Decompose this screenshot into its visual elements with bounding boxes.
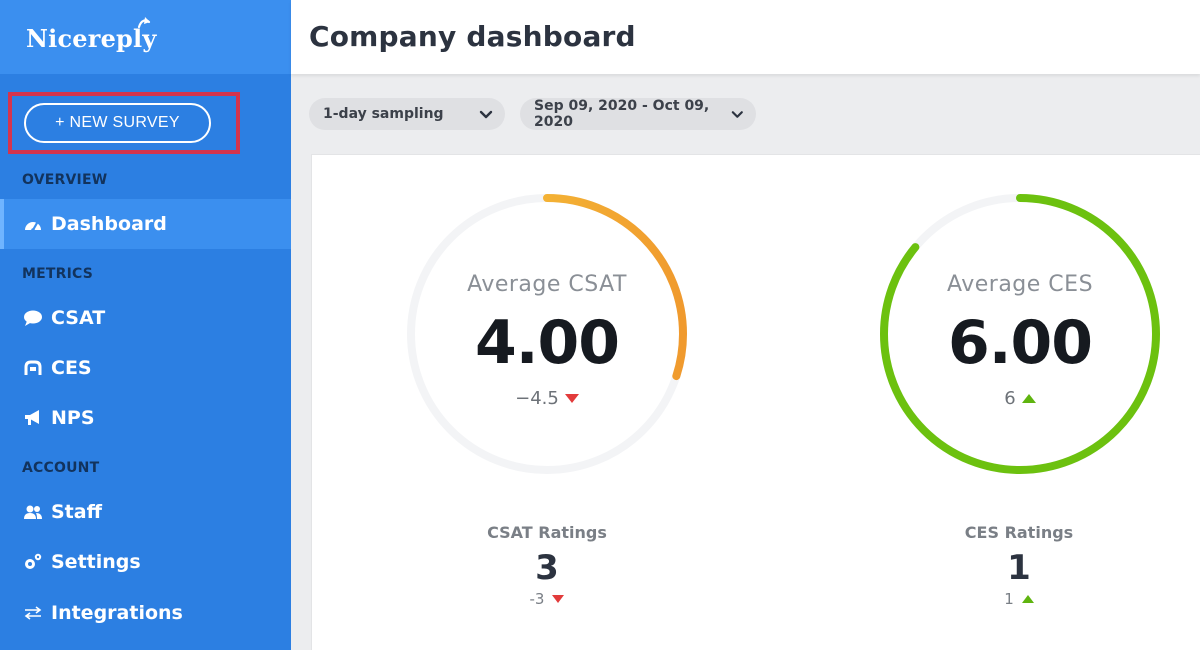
ces-ratings-count: 1	[1007, 548, 1031, 588]
ces-gauge-value: 6.00	[947, 308, 1093, 378]
trend-down-icon	[552, 595, 565, 603]
chevron-down-icon	[732, 110, 744, 118]
logo-bar: Nicereply	[0, 0, 291, 74]
sidebar-item-label: Staff	[51, 501, 102, 523]
section-label-account: ACCOUNT	[22, 460, 100, 476]
trend-up-icon	[1021, 595, 1034, 603]
dashboard-gauge-icon	[22, 214, 44, 234]
date-range-dropdown[interactable]: Sep 09, 2020 - Oct 09, 2020	[520, 98, 756, 130]
sidebar-item-settings[interactable]: Settings	[0, 537, 291, 587]
logo-arrow-icon	[137, 17, 151, 29]
date-range-value: Sep 09, 2020 - Oct 09, 2020	[534, 98, 710, 130]
sidebar-item-label: Settings	[51, 551, 141, 573]
ces-ratings-label: CES Ratings	[964, 523, 1074, 542]
page-title: Company dashboard	[309, 20, 636, 53]
ces-ratings-delta-value: 1	[1004, 590, 1014, 608]
csat-gauge-delta: −4.5	[405, 388, 689, 409]
sidebar-item-label: Dashboard	[51, 213, 167, 235]
sidebar-item-label: Integrations	[51, 602, 183, 624]
top-header: Company dashboard	[291, 0, 1200, 74]
ces-delta-value: 6	[1004, 388, 1016, 409]
users-icon	[22, 502, 44, 522]
megaphone-icon	[22, 408, 44, 428]
sidebar-item-staff[interactable]: Staff	[0, 487, 291, 537]
gears-icon	[22, 552, 44, 572]
csat-ratings-count: 3	[535, 548, 559, 588]
trend-up-icon	[1021, 394, 1036, 403]
section-label-metrics: METRICS	[22, 266, 94, 282]
metrics-card: Average CSAT 4.00 −4.5 Average CES 6.00 …	[311, 154, 1200, 650]
sidebar-item-nps[interactable]: NPS	[0, 393, 291, 443]
section-label-overview: OVERVIEW	[22, 172, 108, 188]
csat-ratings-delta: -3	[417, 590, 677, 608]
csat-ratings-label: CSAT Ratings	[487, 523, 607, 542]
sidebar: Nicereply + NEW SURVEY OVERVIEW Dashboar…	[0, 0, 291, 650]
ces-gauge: Average CES 6.00 6	[878, 192, 1162, 476]
csat-gauge-value: 4.00	[474, 308, 620, 378]
ces-ratings: CES Ratings 1 1	[889, 523, 1149, 608]
csat-ratings: CSAT Ratings 3 -3	[417, 523, 677, 608]
csat-gauge: Average CSAT 4.00 −4.5	[405, 192, 689, 476]
sidebar-item-csat[interactable]: CSAT	[0, 293, 291, 343]
ces-gauge-delta: 6	[878, 388, 1162, 409]
new-survey-button[interactable]: + NEW SURVEY	[24, 103, 211, 143]
sidebar-item-dashboard[interactable]: Dashboard	[0, 199, 291, 249]
sidebar-item-integrations[interactable]: Integrations	[0, 588, 291, 638]
csat-delta-value: −4.5	[515, 388, 559, 409]
sidebar-item-label: CSAT	[51, 307, 106, 329]
speech-bubble-icon	[22, 308, 44, 328]
trend-down-icon	[564, 394, 579, 403]
csat-ratings-delta-value: -3	[529, 590, 545, 608]
swap-arrows-icon	[22, 603, 44, 623]
ces-handshake-icon	[22, 358, 44, 378]
sampling-value: 1-day sampling	[323, 106, 444, 122]
csat-gauge-label: Average CSAT	[467, 272, 627, 297]
sidebar-item-label: NPS	[51, 407, 95, 429]
ces-gauge-label: Average CES	[946, 272, 1094, 297]
sampling-dropdown[interactable]: 1-day sampling	[309, 98, 505, 130]
sidebar-item-ces[interactable]: CES	[0, 343, 291, 393]
chevron-down-icon	[479, 110, 493, 118]
ces-ratings-delta: 1	[889, 590, 1149, 608]
sidebar-item-label: CES	[51, 357, 92, 379]
